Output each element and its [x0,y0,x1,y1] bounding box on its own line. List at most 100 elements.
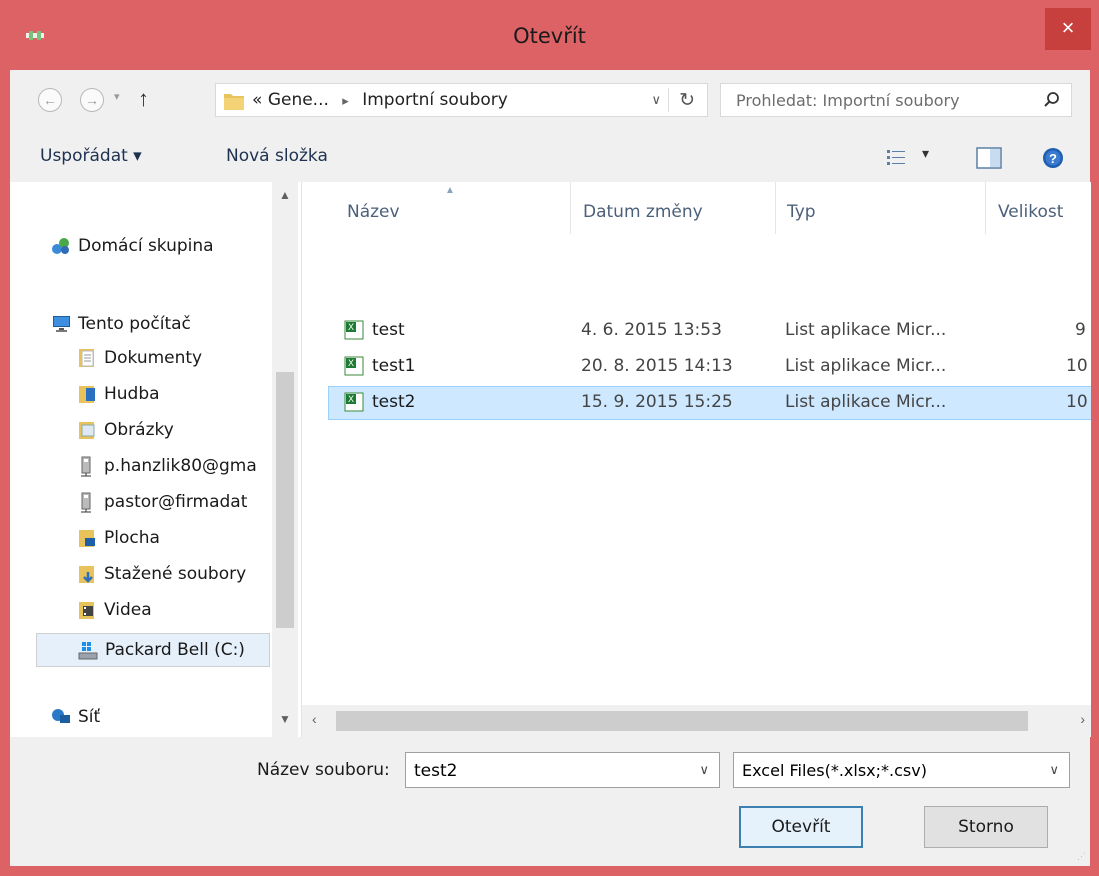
nav-item-label: Tento počítač [78,314,191,334]
up-arrow-icon[interactable]: ↑ [138,86,149,112]
nav-item-network-drive-2[interactable]: pastor@firmadat [76,485,247,519]
nav-item-label: Domácí skupina [78,236,214,256]
cancel-button[interactable]: Storno [924,806,1048,848]
filetype-select[interactable]: Excel Files(*.xlsx;*.csv) ∨ [733,752,1070,788]
filename-field[interactable]: test2 ∨ [405,752,720,788]
title-bar: Otevřít × [0,0,1099,70]
svg-text:?: ? [1049,151,1057,166]
scroll-right-icon[interactable]: › [1080,711,1085,727]
address-bar[interactable]: « Gene... ▸ Importní soubory ∨ ↻ [215,83,708,117]
new-folder-button[interactable]: Nová složka [226,146,328,166]
window-title: Otevřít [513,24,586,48]
navigation-pane: Domácí skupina Tento počítač Dokumenty H… [10,182,301,737]
svg-text:X: X [348,394,354,404]
desktop-folder-icon [79,530,95,547]
nav-item-downloads[interactable]: Stažené soubory [76,557,246,591]
organize-button[interactable]: Uspořádat ▾ [40,146,142,166]
filename-value[interactable]: test2 [414,761,457,781]
horizontal-scrollbar[interactable]: ‹ › [302,705,1091,737]
table-row[interactable]: X test1 20. 8. 2015 14:13 List aplikace … [328,350,1091,384]
history-dropdown-icon[interactable]: ▾ [114,90,120,103]
scroll-thumb[interactable] [276,372,294,628]
nav-item-label: Hudba [104,384,160,404]
nav-item-label: Síť [78,707,101,727]
breadcrumb-separator-icon[interactable]: ▸ [342,94,349,109]
search-box[interactable]: Prohledat: Importní soubory [720,83,1072,117]
videos-folder-icon [79,602,94,619]
nav-item-documents[interactable]: Dokumenty [76,341,202,375]
computer-icon [53,316,70,332]
excel-file-icon: X [344,392,364,412]
view-list-icon[interactable] [886,148,906,166]
network-drive-icon [81,492,91,513]
breadcrumb-overflow[interactable]: « [252,90,262,110]
file-size: 9 k [1075,320,1091,340]
close-button[interactable]: × [1045,8,1091,50]
refresh-icon[interactable]: ↻ [679,89,695,112]
command-bar: Uspořádat ▾ Nová složka ▾ ? [10,132,1090,182]
network-icon [52,709,70,723]
music-folder-icon [79,386,95,403]
nav-item-drive-c[interactable]: Packard Bell (C:) [36,633,270,667]
nav-item-network[interactable]: Síť [50,700,100,734]
nav-item-music[interactable]: Hudba [76,377,160,411]
nav-item-label: Packard Bell (C:) [105,640,245,660]
nav-item-label: Stažené soubory [104,564,247,584]
nav-item-this-pc[interactable]: Tento počítač [50,307,191,341]
file-size: 10 k [1066,356,1091,376]
column-header-size[interactable]: Velikost [998,202,1063,222]
resize-grip-icon[interactable]: ⋰ [1077,851,1086,862]
scroll-thumb[interactable] [336,711,1028,731]
column-header-date[interactable]: Datum změny [583,202,703,222]
forward-button[interactable]: → [80,88,104,112]
file-name: test2 [372,392,416,412]
scroll-up-icon[interactable]: ▲ [279,188,291,202]
nav-scrollbar[interactable]: ▲ ▼ [272,182,298,737]
divider [775,182,776,234]
nav-item-label: pastor@firmadat [104,492,248,512]
documents-folder-icon [79,349,94,367]
table-row-selected[interactable]: X test2 15. 9. 2015 15:25 List aplikace … [328,386,1091,420]
divider [985,182,986,234]
nav-item-label: Plocha [104,528,160,548]
nav-item-label: Videa [104,600,152,620]
chevron-down-icon[interactable]: ∨ [1049,762,1059,778]
breadcrumb-item[interactable]: Importní soubory [362,90,508,110]
nav-item-pictures[interactable]: Obrázky [76,413,174,447]
homegroup-icon [52,238,69,254]
filetype-value[interactable]: Excel Files(*.xlsx;*.csv) [742,761,927,780]
view-dropdown-icon[interactable]: ▾ [922,146,929,162]
chevron-down-icon[interactable]: ∨ [699,762,709,778]
pictures-folder-icon [79,422,95,439]
file-name: test1 [372,356,416,376]
file-size: 10 k [1066,392,1091,412]
address-dropdown-icon[interactable]: ∨ [651,92,661,108]
file-type: List aplikace Micr... [785,356,947,376]
file-date: 20. 8. 2015 14:13 [581,356,733,376]
filename-label: Název souboru: [257,760,390,780]
search-icon[interactable] [1043,91,1061,109]
help-icon[interactable]: ? [1042,147,1064,169]
downloads-folder-icon [79,566,94,583]
column-header-type[interactable]: Typ [787,202,816,222]
file-type: List aplikace Micr... [785,392,947,412]
scroll-left-icon[interactable]: ‹ [312,711,317,727]
sort-ascending-icon: ▲ [445,185,455,196]
nav-item-homegroup[interactable]: Domácí skupina [50,229,214,263]
nav-item-desktop[interactable]: Plocha [76,521,160,555]
back-button[interactable]: ← [38,88,62,112]
open-button[interactable]: Otevřít [739,806,863,848]
breadcrumb[interactable]: « Gene... ▸ Importní soubory [252,90,508,110]
breadcrumb-item[interactable]: Gene... [268,90,329,110]
file-type: List aplikace Micr... [785,320,947,340]
preview-pane-icon[interactable] [976,147,1002,169]
open-file-dialog: Otevřít × ← → ▾ ↑ « Gene... ▸ Importní s… [0,0,1099,876]
search-input[interactable]: Prohledat: Importní soubory [736,91,960,110]
column-header-name[interactable]: Název [347,202,400,222]
scroll-down-icon[interactable]: ▼ [279,712,291,726]
folder-icon [224,94,244,110]
nav-item-network-drive-1[interactable]: p.hanzlik80@gma [76,449,257,483]
nav-item-label: p.hanzlik80@gma [104,456,257,476]
nav-item-videos[interactable]: Videa [76,593,152,627]
table-row[interactable]: X test 4. 6. 2015 13:53 List aplikace Mi… [328,314,1091,348]
